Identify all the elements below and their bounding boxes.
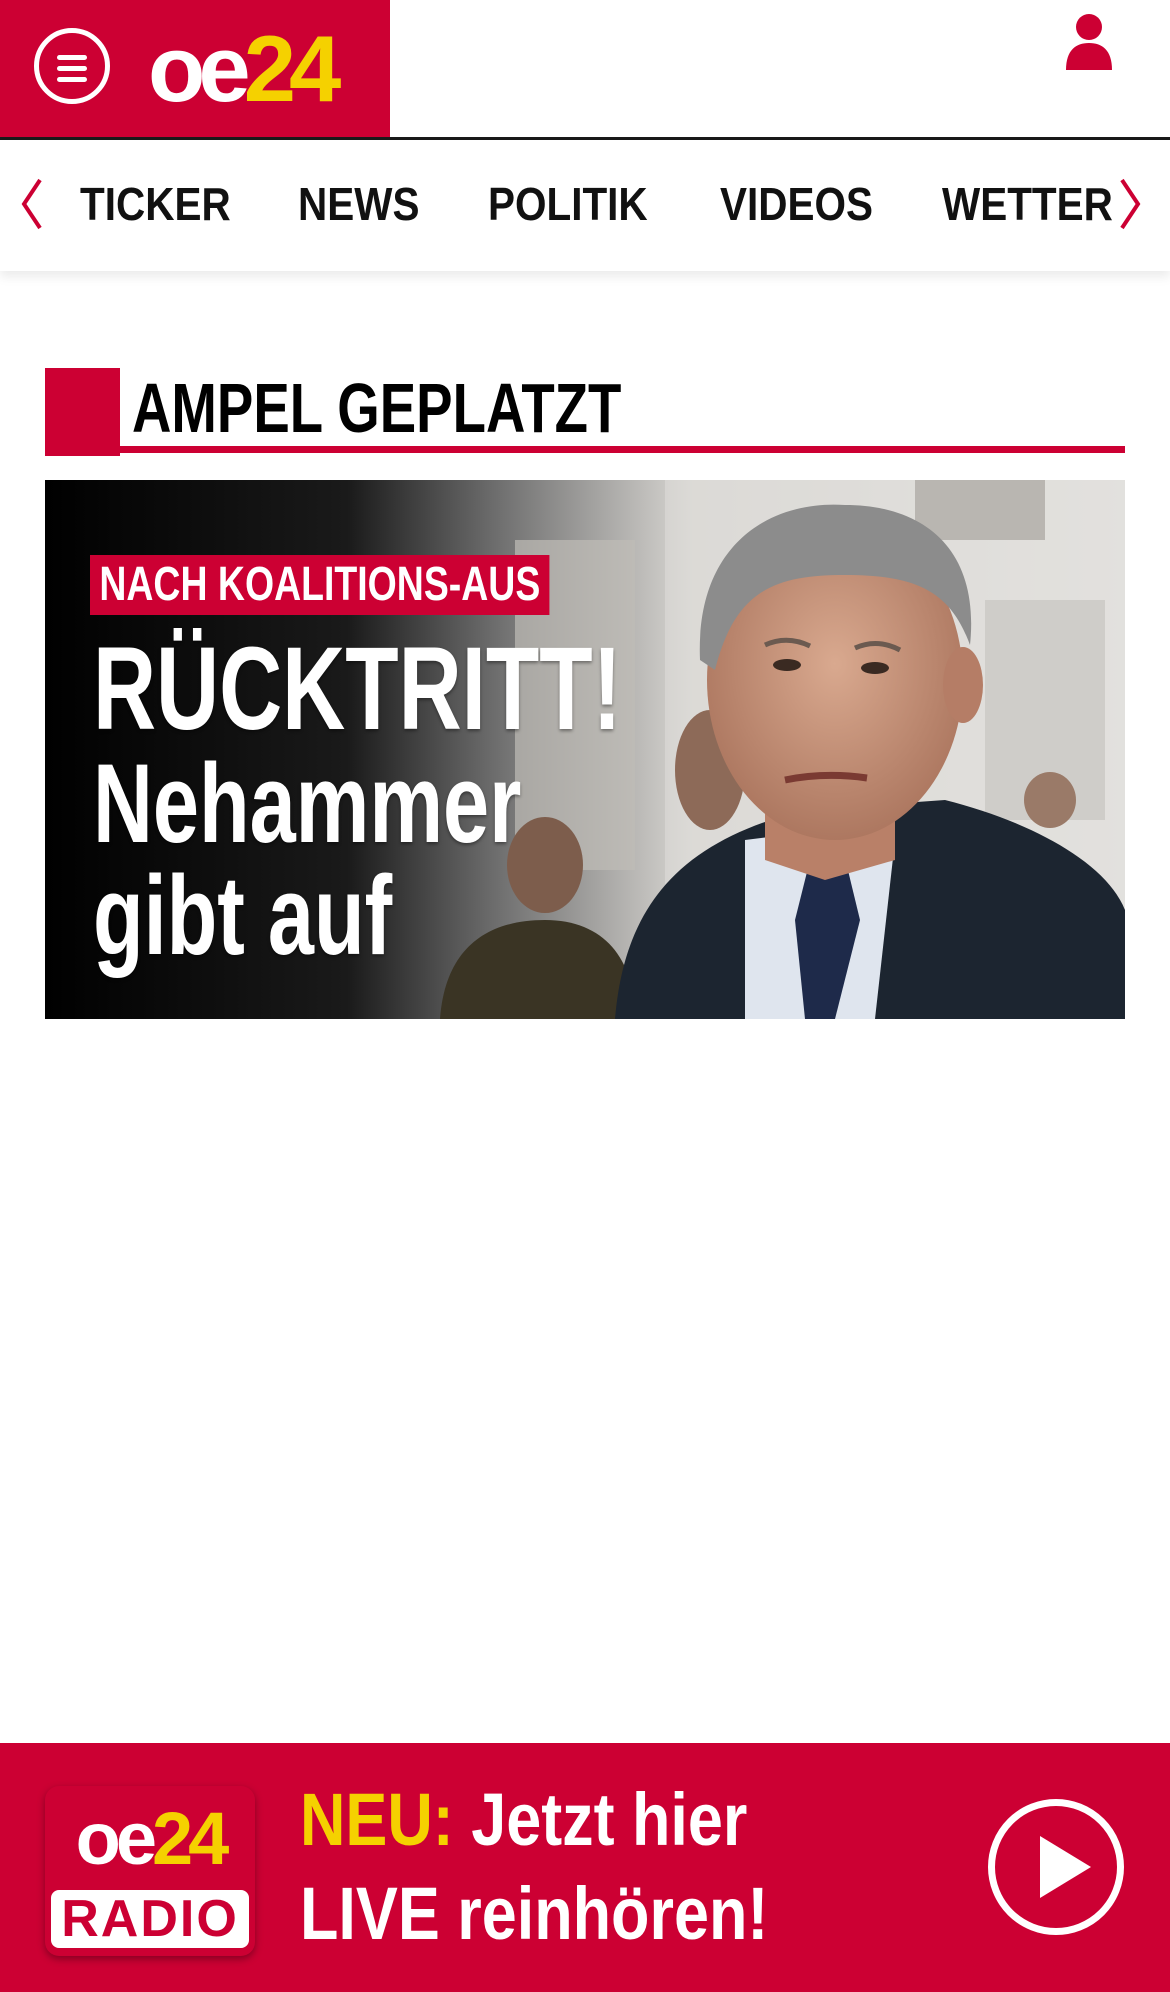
radio-logo-oe: oe: [75, 1797, 157, 1880]
brand-block: oe24: [0, 0, 390, 137]
hero-kicker-badge: NACH KOALITIONS-AUS: [90, 555, 550, 615]
radio-new-label: NEU:: [300, 1778, 454, 1861]
section-title[interactable]: AMPEL GEPLATZT: [132, 368, 621, 448]
nav-item-wetter[interactable]: WETTER: [942, 176, 1113, 232]
hamburger-menu-icon[interactable]: [34, 28, 110, 104]
radio-logo-number: 24: [152, 1797, 229, 1880]
nav-scroll-right-icon[interactable]: [1116, 174, 1146, 234]
hero-headline-line-2: Nehammer: [93, 741, 522, 866]
user-account-icon[interactable]: [1062, 12, 1116, 72]
play-icon: [1040, 1836, 1091, 1898]
logo-number-text: 24: [243, 16, 342, 121]
hero-headline-line-3: gibt auf: [93, 853, 393, 978]
nav-item-politik[interactable]: POLITIK: [488, 176, 648, 232]
hero-article-teaser[interactable]: NACH KOALITIONS-AUS RÜCKTRITT! Nehammer …: [45, 480, 1125, 1019]
section-heading: AMPEL GEPLATZT: [45, 368, 1125, 456]
section-marker: [45, 368, 120, 456]
radio-logo-top: oe24: [53, 1794, 247, 1884]
logo-oe-text: oe: [148, 16, 251, 121]
nav-item-videos[interactable]: VIDEOS: [720, 176, 873, 232]
nav-item-ticker[interactable]: TICKER: [80, 176, 231, 232]
nav-scroll-left-icon[interactable]: [16, 174, 46, 234]
hero-headline: RÜCKTRITT! Nehammer gibt auf: [93, 630, 622, 972]
hero-headline-line-1: RÜCKTRITT!: [93, 623, 622, 755]
radio-promo-bar[interactable]: oe24 RADIO NEU: Jetzt hier LIVE reinhöre…: [0, 1743, 1170, 1992]
site-header: oe24: [0, 0, 1170, 137]
nav-item-news[interactable]: NEWS: [298, 176, 419, 232]
radio-line-1: Jetzt hier: [453, 1778, 748, 1861]
category-nav: TICKER NEWS POLITIK VIDEOS WETTER: [0, 140, 1170, 271]
radio-line-2: LIVE reinhören!: [300, 1872, 769, 1955]
play-button[interactable]: [988, 1799, 1124, 1935]
radio-logo-label: RADIO: [51, 1890, 249, 1948]
radio-promo-text: NEU: Jetzt hier LIVE reinhören!: [300, 1773, 768, 1961]
oe24-logo[interactable]: oe24: [148, 14, 342, 124]
oe24-radio-logo: oe24 RADIO: [45, 1786, 255, 1956]
